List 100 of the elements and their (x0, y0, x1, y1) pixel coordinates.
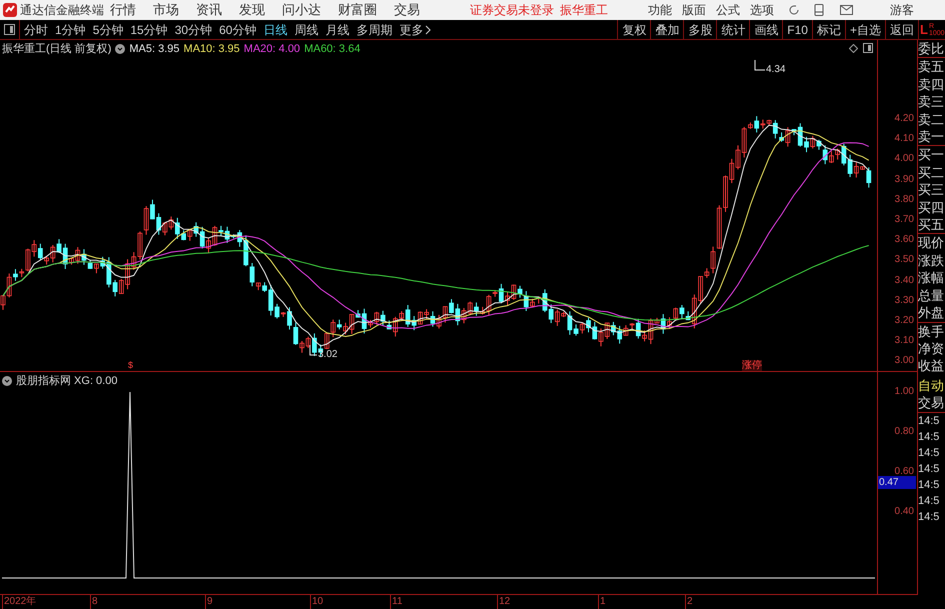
period-tab[interactable]: 分时 (24, 20, 48, 38)
price-tick: 3.00 (894, 356, 914, 366)
date-tick: 8 (90, 595, 98, 609)
price-tick: 4.00 (894, 154, 914, 164)
price-tick: 3.30 (894, 296, 914, 306)
trade-label: 交易 (918, 394, 945, 413)
quote-field-label: 净资 (918, 340, 945, 358)
quote-field-label: 涨跌 (918, 252, 945, 270)
ma-legend: MA10: 3.95 (184, 41, 240, 58)
period-tab[interactable]: 60分钟 (219, 20, 256, 38)
quote-field-label: 买三 (918, 181, 945, 199)
period-tab[interactable]: 1分钟 (55, 20, 86, 38)
dropdown-icon[interactable] (2, 376, 12, 386)
price-tick: 4.20 (894, 114, 914, 124)
indicator-tick: 1.00 (894, 387, 914, 397)
menu-item[interactable]: 行情 (110, 0, 136, 20)
menu-item[interactable]: 公式 (716, 1, 740, 19)
cursor-value-label: 0.47 (878, 476, 916, 489)
menu-item[interactable]: 交易 (394, 0, 420, 20)
refresh-icon[interactable] (788, 4, 800, 16)
indicator-tick: 0.80 (894, 427, 914, 437)
indicator-title: 股朋指标网 XG: 0.00 (16, 374, 118, 389)
period-tab[interactable]: 周线 (294, 20, 318, 38)
price-tick: 3.60 (894, 235, 914, 246)
toolbar-button[interactable]: 统计 (716, 20, 750, 39)
period-tab[interactable]: 日线 (263, 20, 288, 38)
price-tick: 3.50 (894, 255, 914, 266)
period-tab[interactable]: 5分钟 (92, 20, 124, 38)
dropdown-icon[interactable] (115, 44, 126, 54)
quote-field-label: 卖五 (918, 58, 945, 76)
period-tab[interactable]: 15分钟 (130, 20, 168, 38)
ma-legend: MA60: 3.64 (304, 41, 360, 58)
quote-field-label: 收益 (918, 357, 945, 375)
quote-header-letter: L (920, 20, 928, 39)
mail-icon[interactable] (840, 5, 853, 15)
price-tick: 4.10 (894, 134, 914, 144)
high-price-label: 4.34 (766, 64, 786, 76)
quote-field-label: 卖四 (918, 76, 945, 94)
leader-line (309, 345, 317, 357)
indicator-tick: 0.60 (894, 467, 914, 477)
toolbar-button[interactable]: 复权 (617, 20, 650, 39)
menu-item[interactable]: 市场 (153, 0, 179, 20)
quote-field-label: 买二 (918, 164, 945, 182)
chart-title: 振华重工(日线 前复权) (2, 42, 112, 57)
period-tab[interactable]: 30分钟 (174, 20, 212, 38)
trade-time: 14:5 (918, 478, 940, 493)
date-tick: 2022年 (2, 595, 36, 609)
diamond-icon[interactable] (849, 44, 858, 53)
stock-link[interactable]: 振华重工 (560, 1, 608, 19)
period-tab[interactable]: 多周期 (356, 20, 392, 38)
date-tick: 9 (205, 595, 213, 609)
toolbar-button[interactable]: 画线 (749, 20, 782, 39)
price-tick: 3.20 (894, 316, 914, 326)
menu-item[interactable]: 财富圈 (338, 0, 377, 20)
more-tab[interactable]: 更多 (399, 20, 424, 38)
trade-time: 14:5 (918, 494, 940, 509)
toolbar-button[interactable]: 标记 (812, 20, 845, 39)
chevron-right-icon (425, 24, 432, 34)
ma-legend: MA5: 3.95 (129, 41, 180, 58)
price-tick: 3.10 (894, 336, 914, 346)
toolbar-button[interactable]: 返回 (885, 20, 918, 39)
quote-field-label: 换手 (918, 322, 945, 340)
trade-time: 14:5 (918, 414, 940, 429)
date-tick: 11 (390, 595, 402, 609)
menu-item[interactable]: 功能 (648, 1, 672, 19)
quote-field-label: 卖三 (918, 93, 945, 111)
menu-item[interactable]: 资讯 (196, 0, 222, 20)
quote-field-label: 买五 (918, 216, 945, 234)
price-tick: 3.80 (894, 194, 914, 205)
trade-time: 14:5 (918, 510, 940, 525)
phone-icon[interactable] (814, 4, 824, 16)
trade-time: 14:5 (918, 462, 940, 477)
user-label[interactable]: 游客 (890, 1, 914, 19)
quote-field-label: 涨幅 (918, 269, 945, 287)
price-tick: 3.90 (894, 174, 914, 185)
period-tab[interactable]: 月线 (325, 20, 350, 38)
panel-toggle-icon[interactable] (4, 24, 15, 35)
login-status[interactable]: 证券交易未登录 (470, 1, 554, 19)
indicator-tick: 0.40 (894, 507, 914, 517)
trade-mode[interactable]: 自动 (918, 376, 945, 394)
menu-item[interactable]: 发现 (239, 0, 265, 20)
quote-field-label: 卖二 (918, 110, 945, 128)
trade-time: 14:5 (918, 446, 940, 461)
event-marker: $ (128, 360, 134, 370)
app-logo-icon (3, 3, 17, 17)
toolbar-button[interactable]: F10 (782, 20, 812, 39)
menu-item[interactable]: 版面 (682, 1, 706, 19)
date-tick: 2 (685, 595, 693, 609)
date-tick: 10 (310, 595, 324, 609)
quote-field-label: 卖一 (918, 128, 945, 146)
menu-item[interactable]: 选项 (750, 1, 774, 19)
trade-time: 14:5 (918, 430, 940, 445)
panel-toggle-icon[interactable] (863, 43, 873, 53)
low-price-label: 3.02 (318, 349, 338, 361)
price-tick: 3.40 (894, 276, 914, 286)
toolbar-button[interactable]: +自选 (844, 20, 885, 39)
price-tick: 3.70 (894, 215, 914, 225)
toolbar-button[interactable]: 叠加 (650, 20, 684, 39)
toolbar-button[interactable]: 多股 (683, 20, 716, 39)
menu-item[interactable]: 问小达 (282, 0, 321, 20)
